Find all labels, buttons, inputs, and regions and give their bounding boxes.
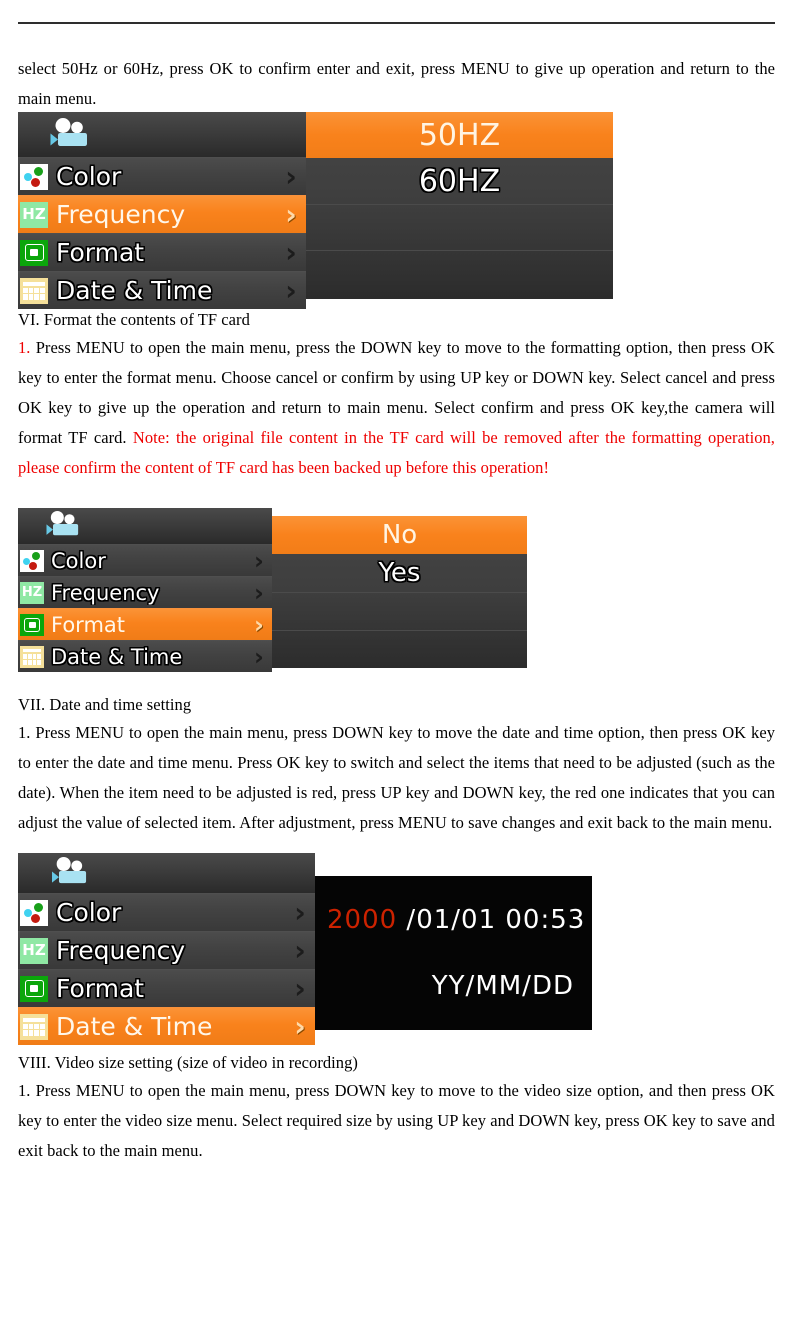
osd-frequency-label-color: Color	[56, 162, 122, 191]
osd-frequency-option-50hz[interactable]: 50HZ	[306, 112, 613, 158]
osd-format-option-yes-label: Yes	[378, 558, 421, 588]
osd-frequency-label-format: Format	[56, 238, 145, 267]
osd-datetime-row-format[interactable]: Format ›	[18, 969, 315, 1007]
calendar-icon	[20, 277, 48, 304]
osd-format-label-format: Format	[51, 612, 126, 637]
osd-format-option-empty-2	[272, 630, 527, 668]
osd-frequency-option-50hz-label: 50HZ	[418, 117, 501, 153]
chevron-right-icon: ›	[254, 578, 264, 607]
chevron-right-icon: ›	[254, 610, 264, 639]
osd-format-option-yes[interactable]: Yes	[272, 554, 527, 592]
osd-frequency-item-list[interactable]: Color › HZ Frequency › Format › Date & T…	[18, 112, 306, 309]
osd-format-row-frequency[interactable]: HZ Frequency ›	[18, 576, 272, 608]
osd-format-option-no[interactable]: No	[272, 516, 527, 554]
hz-icon: HZ	[20, 201, 48, 228]
osd-frequency-option-60hz-label: 60HZ	[418, 163, 501, 199]
chevron-right-icon: ›	[254, 546, 264, 575]
osd-datetime-format-label[interactable]: YY/MM/DD	[315, 971, 592, 1001]
chevron-right-icon: ›	[285, 236, 297, 269]
osd-datetime-display-panel[interactable]: 2000 /01/01 00:53 YY/MM/DD	[315, 876, 592, 1030]
color-palette-icon	[20, 549, 44, 572]
osd-format-label-frequency: Frequency	[51, 580, 160, 605]
osd-frequency-row-datetime[interactable]: Date & Time ›	[18, 271, 306, 309]
chevron-right-icon: ›	[294, 972, 306, 1005]
paragraph-viii-body: 1. Press MENU to open the main menu, pre…	[18, 1081, 775, 1160]
osd-datetime-year[interactable]: 2000	[327, 905, 397, 935]
osd-format-label-color: Color	[51, 548, 106, 573]
calendar-icon	[20, 645, 44, 668]
osd-format-header	[18, 508, 272, 544]
osd-frequency-option-empty-1	[306, 204, 613, 250]
calendar-icon	[20, 1013, 48, 1040]
osd-datetime-rest[interactable]: /01/01 00:53	[397, 905, 585, 935]
osd-frequency-option-60hz[interactable]: 60HZ	[306, 158, 613, 204]
osd-datetime-label-color: Color	[56, 898, 122, 927]
chevron-right-icon: ›	[294, 934, 306, 967]
osd-format-row-datetime[interactable]: Date & Time ›	[18, 640, 272, 672]
osd-datetime-item-list[interactable]: Color › HZ Frequency › Format › Date & T…	[18, 853, 315, 1045]
format-icon	[20, 975, 48, 1002]
format-icon	[20, 613, 44, 636]
osd-format-option-list[interactable]: No Yes	[272, 516, 527, 668]
video-camera-icon	[46, 511, 86, 541]
document-page: select 50Hz or 60Hz, press OK to confirm…	[0, 0, 794, 1328]
osd-frequency-label-frequency: Frequency	[56, 200, 186, 229]
osd-frequency-label-datetime: Date & Time	[56, 276, 213, 305]
header-rule	[18, 22, 775, 24]
video-camera-icon	[51, 857, 95, 889]
osd-format-item-list[interactable]: Color › HZ Frequency › Format › Date & T…	[18, 508, 272, 672]
color-palette-icon	[20, 163, 48, 190]
osd-datetime-row-color[interactable]: Color ›	[18, 893, 315, 931]
osd-datetime-row-datetime[interactable]: Date & Time ›	[18, 1007, 315, 1045]
paragraph-vi-body: 1. Press MENU to open the main menu, pre…	[18, 333, 775, 483]
osd-format-label-datetime: Date & Time	[51, 644, 183, 669]
osd-datetime-label-datetime: Date & Time	[56, 1012, 213, 1041]
osd-frequency-row-color[interactable]: Color ›	[18, 157, 306, 195]
osd-datetime-value-row[interactable]: 2000 /01/01 00:53	[315, 905, 592, 935]
osd-frequency-option-empty-2	[306, 250, 613, 296]
osd-datetime-label-format: Format	[56, 974, 145, 1003]
osd-datetime-label-frequency: Frequency	[56, 936, 186, 965]
heading-vi: VI. Format the contents of TF card	[18, 310, 250, 329]
format-icon	[20, 239, 48, 266]
chevron-right-icon: ›	[285, 160, 297, 193]
osd-menu-frequency[interactable]: Color › HZ Frequency › Format › Date & T…	[18, 112, 613, 309]
color-palette-icon	[20, 899, 48, 926]
osd-frequency-option-list[interactable]: 50HZ 60HZ	[306, 112, 613, 299]
osd-format-row-format[interactable]: Format ›	[18, 608, 272, 640]
heading-vii: VII. Date and time setting	[18, 695, 192, 714]
video-camera-icon	[50, 117, 96, 152]
osd-datetime-row-frequency[interactable]: HZ Frequency ›	[18, 931, 315, 969]
chevron-right-icon: ›	[254, 642, 264, 671]
chevron-right-icon: ›	[294, 1010, 306, 1043]
osd-menu-datetime[interactable]: Color › HZ Frequency › Format › Date & T…	[18, 853, 592, 1045]
osd-format-row-color[interactable]: Color ›	[18, 544, 272, 576]
hz-icon: HZ	[20, 937, 48, 964]
chevron-right-icon: ›	[294, 896, 306, 929]
heading-viii: VIII. Video size setting (size of video …	[18, 1053, 358, 1072]
chevron-right-icon: ›	[285, 198, 297, 231]
osd-frequency-row-frequency[interactable]: HZ Frequency ›	[18, 195, 306, 233]
osd-format-option-empty-1	[272, 592, 527, 630]
osd-menu-format[interactable]: Color › HZ Frequency › Format › Date & T…	[18, 508, 527, 672]
chevron-right-icon: ›	[285, 274, 297, 307]
paragraph-intro: select 50Hz or 60Hz, press OK to confirm…	[18, 59, 775, 108]
osd-datetime-header	[18, 853, 315, 893]
paragraph-vii-body: 1. Press MENU to open the main menu, pre…	[18, 723, 775, 832]
osd-frequency-header	[18, 112, 306, 157]
hz-icon: HZ	[20, 581, 44, 604]
osd-format-option-no-label: No	[381, 520, 418, 550]
paragraph-vi-number: 1.	[18, 338, 31, 357]
osd-frequency-row-format[interactable]: Format ›	[18, 233, 306, 271]
